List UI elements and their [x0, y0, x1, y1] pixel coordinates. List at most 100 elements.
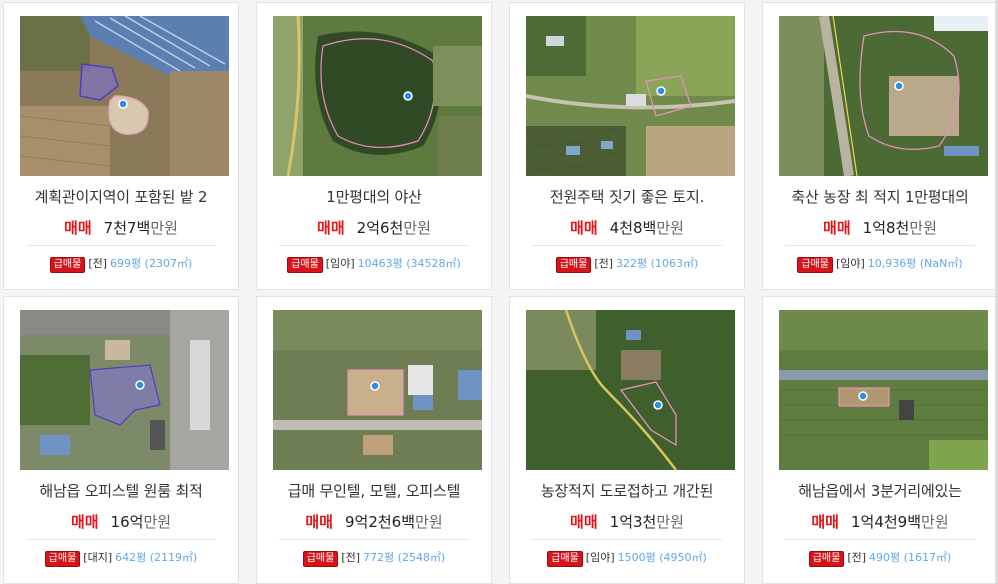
satellite-map-image [273, 16, 482, 176]
listing-grid: 계획관이지역이 포함된 밭 2 매매 7천7백만원 급매물 [전] 699평 (230… [0, 0, 998, 584]
listing-price: 매매 9억2천6백만원 [257, 511, 491, 532]
listing-price: 매매 4천8백만원 [510, 217, 744, 238]
land-area: 1500평 (4950㎡) [617, 551, 707, 564]
listing-card[interactable]: 계획관이지역이 포함된 밭 2 매매 7천7백만원 급매물 [전] 699평 (230… [3, 2, 239, 290]
land-category: [전] [594, 257, 614, 270]
listing-meta: 급매물 [임야] 10463평 (34528㎡) [257, 255, 491, 273]
land-area: 772평 (2548㎡) [363, 551, 446, 564]
deal-type: 매매 [305, 513, 333, 531]
land-area: 10463평 (34528㎡) [357, 257, 461, 270]
land-category: [임야] [585, 551, 615, 564]
listing-title[interactable]: 1만평대의 야산 [265, 186, 483, 206]
price-amount: 9억2천6백 [344, 513, 416, 531]
listing-title[interactable]: 해남읍에서 3분거리에있는 [771, 480, 989, 500]
satellite-thumbnail[interactable] [20, 310, 229, 470]
deal-type: 매매 [64, 219, 92, 237]
listing-price: 매매 16억만원 [4, 511, 238, 532]
listing-meta: 급매물 [전] 322평 (1063㎡) [510, 255, 744, 273]
land-category: [전] [341, 551, 361, 564]
listing-meta: 급매물 [전] 772평 (2548㎡) [257, 549, 491, 567]
satellite-map-image [526, 16, 735, 176]
urgent-sale-badge: 급매물 [555, 257, 592, 273]
listing-card[interactable]: 농장적지 도로접하고 개간된 매매 1억3천만원 급매물 [임야] 1500평 (49… [509, 296, 745, 584]
satellite-map-image [526, 310, 735, 470]
price-unit: 만원 [150, 219, 178, 237]
land-area: 699평 (2307㎡) [110, 257, 193, 270]
listing-card[interactable]: 전원주택 짓기 좋은 토지. 매매 4천8백만원 급매물 [전] 322평 (1063… [509, 2, 745, 290]
land-category: [전] [88, 257, 108, 270]
deal-type: 매매 [570, 219, 598, 237]
satellite-thumbnail[interactable] [779, 310, 988, 470]
land-category: [전] [847, 551, 867, 564]
price-amount: 16억 [110, 513, 144, 531]
listing-title[interactable]: 계획관이지역이 포함된 밭 2 [12, 186, 230, 206]
listing-price: 매매 7천7백만원 [4, 217, 238, 238]
listing-title[interactable]: 농장적지 도로접하고 개간된 [518, 480, 736, 500]
land-category: [임야] [325, 257, 355, 270]
urgent-sale-badge: 급매물 [808, 551, 845, 567]
urgent-sale-badge: 급매물 [302, 551, 339, 567]
price-unit: 만원 [403, 219, 431, 237]
listing-price: 매매 1억8천만원 [763, 217, 997, 238]
urgent-sale-badge: 급매물 [44, 551, 81, 567]
satellite-thumbnail[interactable] [20, 16, 229, 176]
divider [532, 245, 722, 246]
land-category: [대지] [83, 551, 113, 564]
listing-title[interactable]: 축산 농장 최 적지 1만평대의 [771, 186, 989, 206]
price-amount: 1억4천9백 [850, 513, 922, 531]
divider [785, 539, 975, 540]
urgent-sale-badge: 급매물 [287, 257, 323, 273]
listing-meta: 급매물 [전] 490평 (1617㎡) [763, 549, 997, 567]
urgent-sale-badge: 급매물 [547, 551, 583, 567]
listing-meta: 급매물 [임야] 10,936평 (NaN㎡) [763, 255, 997, 273]
divider [785, 245, 975, 246]
satellite-thumbnail[interactable] [526, 310, 735, 470]
urgent-sale-badge: 급매물 [797, 257, 833, 273]
listing-title[interactable]: 전원주택 짓기 좋은 토지. [518, 186, 736, 206]
listing-meta: 급매물 [대지] 642평 (2119㎡) [4, 549, 238, 567]
price-amount: 1억3천 [609, 513, 657, 531]
satellite-map-image [20, 310, 229, 470]
price-unit: 만원 [656, 219, 684, 237]
satellite-thumbnail[interactable] [779, 16, 988, 176]
divider [279, 539, 469, 540]
listing-title[interactable]: 해남읍 오피스텔 원룸 최적 [12, 480, 230, 500]
land-area: 642평 (2119㎡) [115, 551, 198, 564]
listing-card[interactable]: 1만평대의 야산 매매 2억6천만원 급매물 [임야] 10463평 (34528㎡) [256, 2, 492, 290]
listing-meta: 급매물 [임야] 1500평 (4950㎡) [510, 549, 744, 567]
listing-price: 매매 2억6천만원 [257, 217, 491, 238]
land-area: 10,936평 (NaN㎡) [867, 257, 963, 270]
land-category: [임야] [835, 257, 865, 270]
satellite-map-image [20, 16, 229, 176]
price-amount: 7천7백 [103, 219, 151, 237]
price-amount: 1억8천 [862, 219, 910, 237]
satellite-map-image [273, 310, 482, 470]
listing-card[interactable]: 급매 무인텔, 모텔, 오피스텔 매매 9억2천6백만원 급매물 [전] 772평 (… [256, 296, 492, 584]
deal-type: 매매 [811, 513, 839, 531]
divider [279, 245, 469, 246]
divider [26, 245, 216, 246]
listing-price: 매매 1억4천9백만원 [763, 511, 997, 532]
listing-title[interactable]: 급매 무인텔, 모텔, 오피스텔 [265, 480, 483, 500]
deal-type: 매매 [70, 513, 99, 531]
deal-type: 매매 [823, 219, 851, 237]
listing-price: 매매 1억3천만원 [510, 511, 744, 532]
price-unit: 만원 [415, 513, 443, 531]
satellite-map-image [779, 16, 988, 176]
listing-card[interactable]: 해남읍에서 3분거리에있는 매매 1억4천9백만원 급매물 [전] 490평 (161… [762, 296, 998, 584]
listing-meta: 급매물 [전] 699평 (2307㎡) [4, 255, 238, 273]
price-amount: 4천8백 [609, 219, 657, 237]
price-unit: 만원 [143, 513, 172, 531]
satellite-thumbnail[interactable] [273, 310, 482, 470]
deal-type: 매매 [317, 219, 345, 237]
satellite-thumbnail[interactable] [273, 16, 482, 176]
price-unit: 만원 [921, 513, 949, 531]
satellite-thumbnail[interactable] [526, 16, 735, 176]
listing-card[interactable]: 해남읍 오피스텔 원룸 최적 매매 16억만원 급매물 [대지] 642평 (2119… [3, 296, 239, 584]
urgent-sale-badge: 급매물 [49, 257, 86, 273]
land-area: 322평 (1063㎡) [616, 257, 699, 270]
divider [26, 539, 216, 540]
land-area: 490평 (1617㎡) [869, 551, 952, 564]
divider [532, 539, 722, 540]
listing-card[interactable]: 축산 농장 최 적지 1만평대의 매매 1억8천만원 급매물 [임야] 10,936평… [762, 2, 998, 290]
